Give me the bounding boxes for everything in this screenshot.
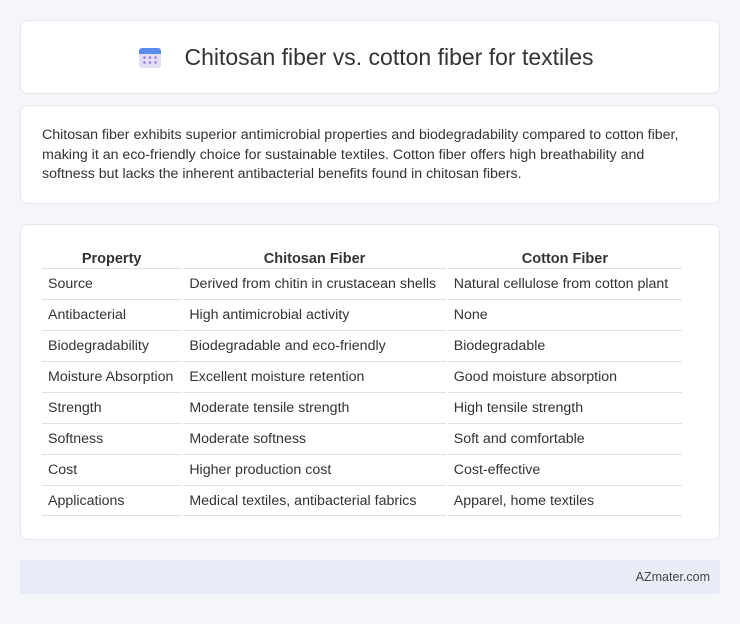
footer-brand[interactable]: AZmater.com [636,570,710,584]
cell-property: Source [42,268,182,299]
cell-cotton: Biodegradable [447,330,682,361]
table-row: Source Derived from chitin in crustacean… [42,268,682,299]
calendar-icon [138,45,162,69]
table-row: Applications Medical textiles, antibacte… [42,485,682,516]
cell-chitosan: Biodegradable and eco-friendly [183,330,446,361]
header-property: Property [81,251,142,267]
table-row: Softness Moderate softness Soft and comf… [42,423,682,454]
cell-cotton: None [447,299,682,330]
comparison-table: Property Chitosan Fiber Cotton Fiber Sou… [40,245,684,516]
cell-property: Antibacterial [42,299,182,330]
cell-property: Cost [42,454,182,485]
summary-text: Chitosan fiber exhibits superior antimic… [42,127,679,182]
cell-chitosan: Moderate tensile strength [183,392,446,423]
cell-chitosan: Medical textiles, antibacterial fabrics [183,485,446,516]
cell-cotton: Soft and comfortable [447,423,682,454]
table-row: Antibacterial High antimicrobial activit… [42,299,682,330]
cell-property: Softness [42,423,182,454]
cell-property: Applications [42,485,182,516]
cell-chitosan: High antimicrobial activity [183,299,446,330]
table-row: Strength Moderate tensile strength High … [42,392,682,423]
footer-bar: AZmater.com [20,560,720,594]
comparison-card: Property Chitosan Fiber Cotton Fiber Sou… [20,224,720,540]
summary-card: Chitosan fiber exhibits superior antimic… [20,105,720,204]
title-card: Chitosan fiber vs. cotton fiber for text… [20,20,720,94]
table-row: Moisture Absorption Excellent moisture r… [42,361,682,392]
header-chitosan-fiber: Chitosan Fiber [263,251,366,267]
table-row: Cost Higher production cost Cost-effecti… [42,454,682,485]
cell-chitosan: Higher production cost [183,454,446,485]
cell-property: Biodegradability [42,330,182,361]
cell-chitosan: Excellent moisture retention [183,361,446,392]
cell-chitosan: Derived from chitin in crustacean shells [183,268,446,299]
table-header-row: Property Chitosan Fiber Cotton Fiber [42,245,682,268]
cell-cotton: High tensile strength [447,392,682,423]
header-cotton-fiber: Cotton Fiber [521,251,608,267]
cell-chitosan: Moderate softness [183,423,446,454]
table-row: Biodegradability Biodegradable and eco-f… [42,330,682,361]
cell-cotton: Good moisture absorption [447,361,682,392]
cell-property: Strength [42,392,182,423]
cell-cotton: Apparel, home textiles [447,485,682,516]
cell-cotton: Natural cellulose from cotton plant [447,268,682,299]
cell-cotton: Cost-effective [447,454,682,485]
cell-property: Moisture Absorption [42,361,182,392]
page-title: Chitosan fiber vs. cotton fiber for text… [184,43,594,70]
